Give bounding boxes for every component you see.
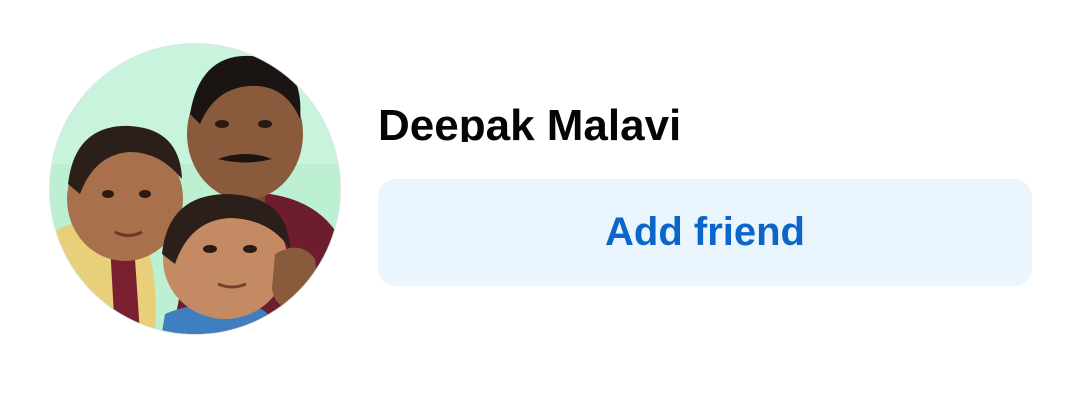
add-friend-button[interactable]: Add friend — [378, 179, 1032, 286]
friend-suggestion-card: Deepak Malavi Add friend — [0, 0, 1080, 403]
avatar[interactable] — [50, 44, 340, 334]
add-friend-label: Add friend — [605, 210, 805, 254]
profile-name[interactable]: Deepak Malavi — [378, 96, 681, 142]
profile-photo-icon — [50, 44, 340, 334]
